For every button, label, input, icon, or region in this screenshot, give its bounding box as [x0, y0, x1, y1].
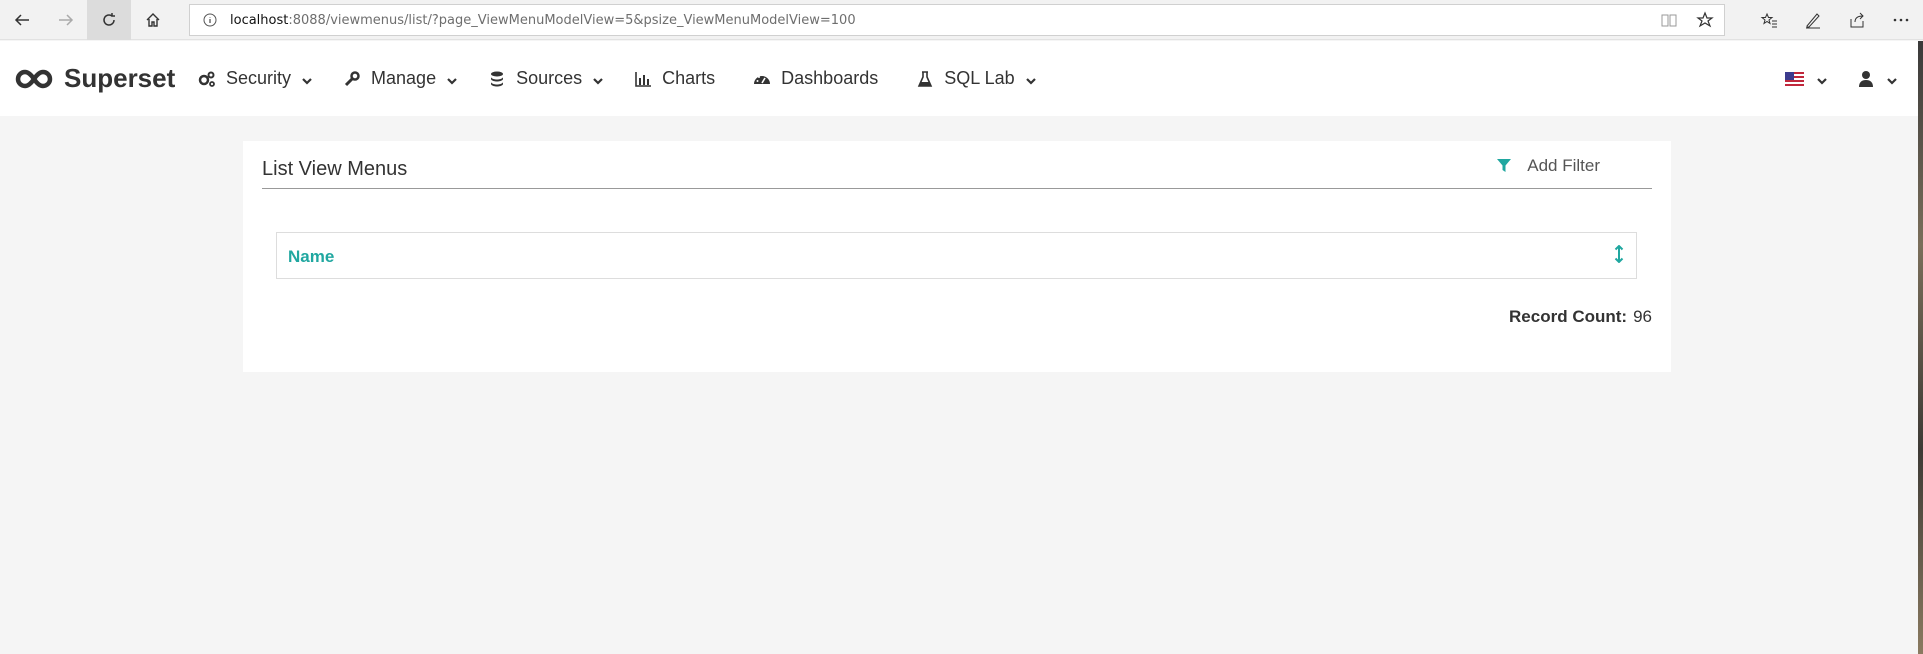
- brand-name: Superset: [64, 63, 176, 93]
- info-icon: [203, 13, 217, 27]
- chevron-down-icon: [302, 77, 312, 85]
- url-host: localhost: [230, 12, 289, 28]
- wrench-icon: [344, 70, 360, 86]
- filter-icon: [1497, 159, 1512, 172]
- menu-dashboards-label: Dashboards: [781, 68, 879, 88]
- more-dots-icon: [1893, 18, 1909, 22]
- favorite-star-icon[interactable]: [1696, 11, 1714, 29]
- add-filter-button[interactable]: Add Filter: [1497, 156, 1600, 176]
- flask-icon: [917, 70, 933, 87]
- refresh-icon: [103, 13, 115, 26]
- menu-charts[interactable]: Charts: [634, 68, 715, 89]
- add-filter-label: Add Filter: [1527, 156, 1600, 175]
- share-button[interactable]: [1835, 0, 1879, 40]
- menu-sql-lab-label: SQL Lab: [944, 68, 1015, 88]
- record-count: Record Count: 96: [1509, 307, 1652, 327]
- record-count-label: Record Count:: [1509, 307, 1628, 326]
- app-navbar: Superset Security Manage Sources Charts …: [0, 41, 1918, 116]
- user-dropdown[interactable]: [1858, 70, 1898, 88]
- menu-sql-lab[interactable]: SQL Lab: [916, 68, 1036, 89]
- superset-logo-icon: [15, 69, 53, 88]
- menu-sources-label: Sources: [516, 68, 583, 88]
- main-menu: Security Manage Sources Charts Dashboard…: [198, 41, 1067, 116]
- sort-icon[interactable]: [1614, 245, 1624, 263]
- web-note-button[interactable]: [1791, 0, 1835, 40]
- panel-header: List View Menus Add Filter: [262, 155, 1652, 189]
- window-edge: [1918, 41, 1923, 654]
- favorites-hub-button[interactable]: [1747, 0, 1791, 40]
- bar-chart-icon: [635, 71, 652, 87]
- record-count-value: 96: [1633, 307, 1652, 326]
- home-icon: [146, 13, 160, 27]
- menu-security[interactable]: Security: [198, 68, 313, 89]
- menu-sources[interactable]: Sources: [488, 68, 604, 89]
- menu-dashboards[interactable]: Dashboards: [753, 68, 878, 89]
- chevron-down-icon: [1887, 77, 1897, 85]
- home-button[interactable]: [131, 0, 175, 40]
- forward-arrow-icon: [59, 14, 74, 26]
- chevron-down-icon: [593, 77, 603, 85]
- us-flag-icon: [1785, 71, 1804, 86]
- list-panel: List View Menus Add Filter Name Record C…: [243, 141, 1671, 372]
- database-icon: [491, 71, 504, 86]
- pen-icon: [1806, 13, 1820, 29]
- menu-security-label: Security: [226, 68, 292, 88]
- chevron-down-icon: [1817, 77, 1827, 85]
- favorites-list-icon: [1760, 12, 1777, 28]
- url-path: :8088/viewmenus/list/?page_ViewMenuModel…: [288, 12, 856, 28]
- menu-manage[interactable]: Manage: [343, 68, 458, 89]
- dashboard-icon: [754, 75, 771, 84]
- menu-manage-label: Manage: [371, 68, 437, 88]
- gears-icon: [198, 71, 215, 87]
- back-button[interactable]: [0, 0, 44, 40]
- language-dropdown[interactable]: [1785, 70, 1828, 88]
- chevron-down-icon: [447, 77, 457, 85]
- forward-button[interactable]: [44, 0, 88, 40]
- share-icon: [1850, 12, 1864, 28]
- brand-link[interactable]: Superset: [14, 63, 175, 94]
- menu-charts-label: Charts: [662, 68, 716, 88]
- more-button[interactable]: [1879, 0, 1923, 40]
- browser-toolbar: localhost:8088/viewmenus/list/?page_View…: [0, 0, 1923, 40]
- table-header: Name: [276, 232, 1637, 279]
- column-header-name[interactable]: Name: [288, 247, 334, 267]
- page-title: List View Menus: [262, 158, 408, 180]
- user-icon: [1859, 70, 1873, 87]
- refresh-button[interactable]: [87, 0, 131, 40]
- address-bar[interactable]: localhost:8088/viewmenus/list/?page_View…: [189, 4, 1725, 36]
- chevron-down-icon: [1025, 77, 1036, 85]
- back-arrow-icon: [14, 14, 29, 26]
- reading-view-icon[interactable]: [1660, 11, 1678, 29]
